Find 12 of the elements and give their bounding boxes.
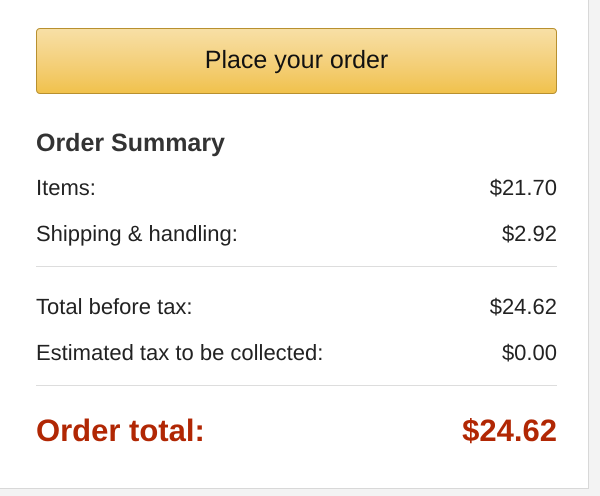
row-label: Shipping & handling: (36, 220, 238, 248)
row-value: $24.62 (490, 292, 557, 320)
order-total-label: Order total: (36, 412, 205, 450)
place-order-button[interactable]: Place your order (36, 28, 557, 94)
row-label: Total before tax: (36, 292, 193, 320)
order-total-value: $24.62 (462, 412, 557, 450)
row-label: Items: (36, 174, 96, 202)
row-value: $0.00 (502, 338, 557, 366)
row-value: $2.92 (502, 220, 557, 248)
row-value: $21.70 (490, 174, 557, 202)
summary-title: Order Summary (36, 128, 226, 158)
row-label: Estimated tax to be collected: (36, 338, 324, 366)
